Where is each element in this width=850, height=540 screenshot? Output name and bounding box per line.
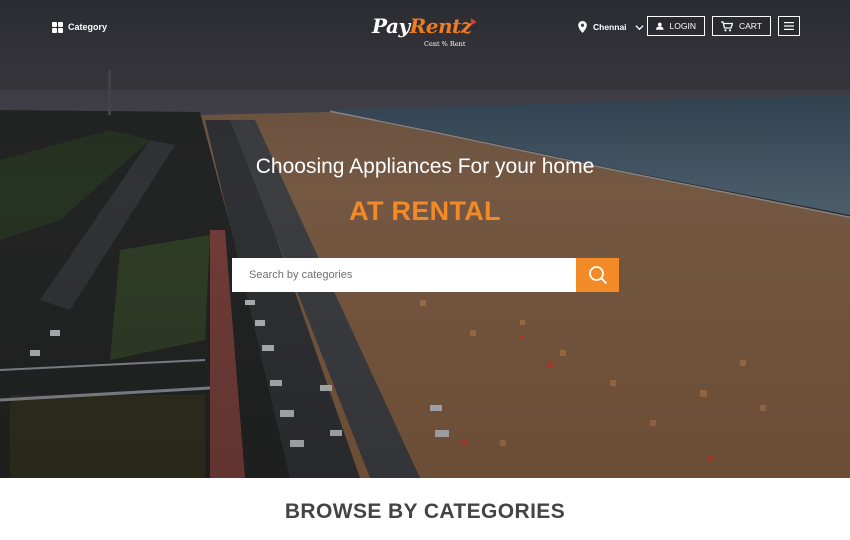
hamburger-menu-button[interactable]: [778, 16, 800, 36]
hamburger-menu-icon: [784, 22, 794, 30]
logo-pay-text: Pay: [372, 14, 410, 38]
category-label: Category: [68, 22, 108, 32]
cart-label: CART: [739, 21, 762, 31]
hero-section: Category PayRentz ▲ Cent % Rent Chennai: [0, 0, 850, 478]
chevron-down-icon: [634, 24, 644, 30]
hero-headline: Choosing Appliances For your home: [255, 155, 595, 178]
user-icon: [656, 22, 664, 30]
login-label: LOGIN: [669, 21, 696, 31]
payrentz-logo[interactable]: PayRentz ▲ Cent % Rent: [372, 13, 480, 52]
cart-icon: [721, 20, 733, 31]
search-icon: [588, 266, 607, 285]
cart-button[interactable]: CART: [712, 16, 771, 36]
category-menu-link[interactable]: Category: [52, 19, 107, 35]
logo-wordmark: PayRentz: [372, 14, 472, 38]
search-input[interactable]: [232, 258, 576, 292]
search-bar: [232, 258, 619, 292]
login-button[interactable]: LOGIN: [647, 16, 705, 36]
grid-icon: [52, 21, 63, 33]
hero-overlay: [0, 0, 850, 478]
logo-tagline: Cent % Rent: [424, 40, 466, 48]
browse-categories-heading: BROWSE BY CATEGORIES: [284, 500, 566, 523]
hero-subheadline: AT RENTAL: [349, 196, 501, 226]
location-label: Chennai: [593, 22, 627, 32]
logo-rentz-text: Rentz: [409, 14, 472, 38]
location-selector[interactable]: Chennai: [578, 19, 644, 35]
search-button[interactable]: [576, 258, 619, 292]
location-pin-icon: [578, 21, 587, 33]
top-navbar: Category PayRentz ▲ Cent % Rent Chennai: [0, 0, 850, 56]
